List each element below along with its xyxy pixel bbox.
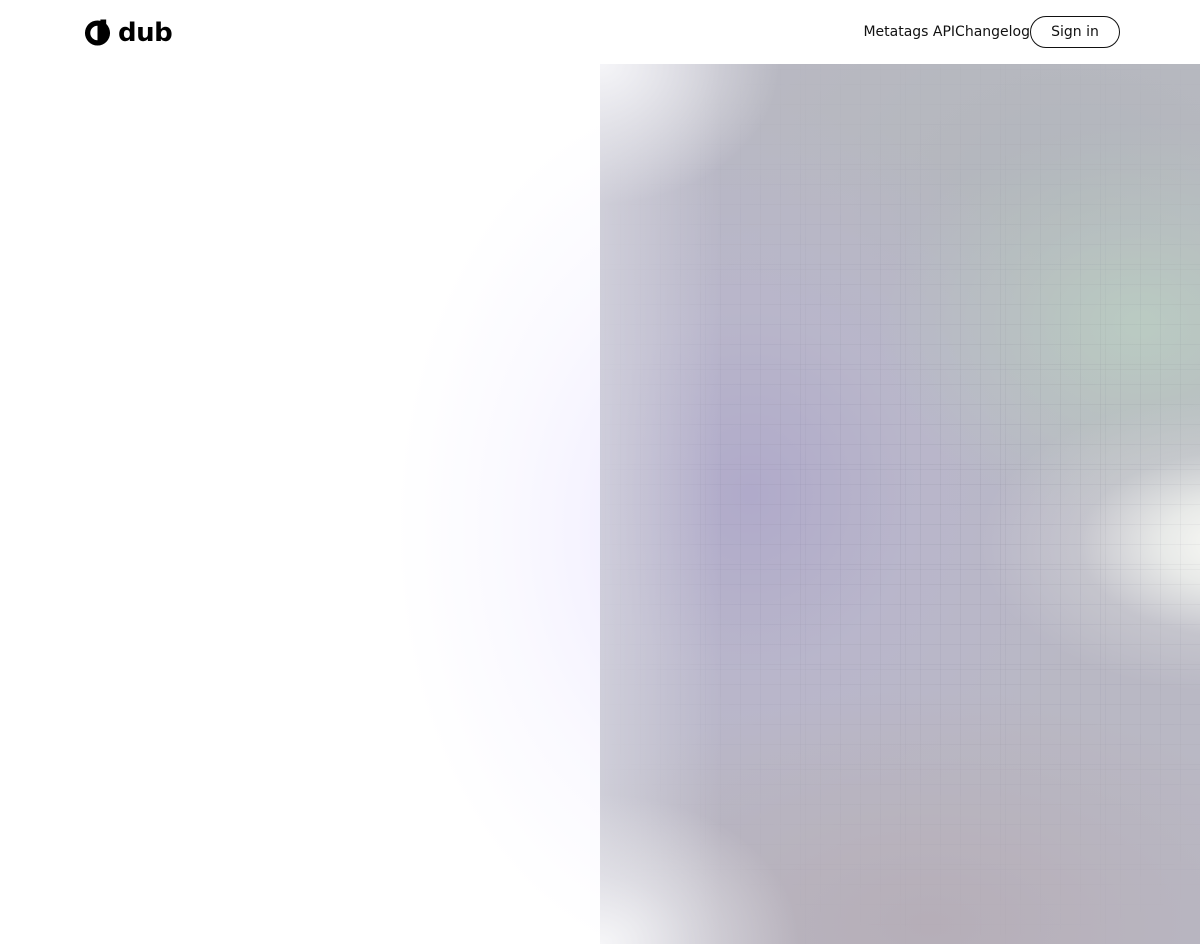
sign-in-button[interactable]: Sign in bbox=[1030, 16, 1120, 48]
panel-vignette bbox=[600, 64, 1200, 944]
logo-wordmark: dub bbox=[118, 18, 173, 48]
page: dub Metatags API Changelog Sign in bbox=[0, 0, 1200, 944]
hero-visual-panel bbox=[600, 64, 1200, 944]
dub-logo-icon bbox=[84, 19, 111, 46]
site-header: dub Metatags API Changelog Sign in bbox=[0, 0, 1200, 64]
nav-link-metatags-api[interactable]: Metatags API bbox=[863, 15, 955, 49]
home-logo-link[interactable]: dub bbox=[84, 18, 173, 48]
top-nav: Metatags API Changelog Sign in bbox=[863, 15, 1120, 49]
nav-link-changelog[interactable]: Changelog bbox=[955, 15, 1030, 49]
